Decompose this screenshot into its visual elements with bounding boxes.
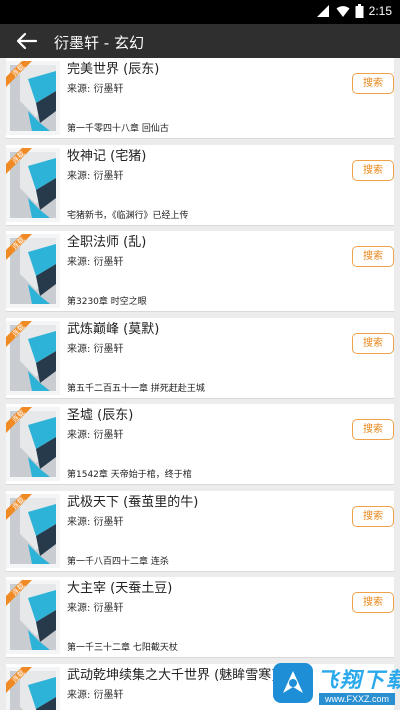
latest-chapter: 第一千零四十八章 回仙古 <box>67 124 169 134</box>
book-cover-image: 连载 <box>6 234 60 308</box>
book-source: 来源: 衍墨轩 <box>67 170 124 182</box>
search-button[interactable]: 搜索 <box>352 419 394 440</box>
wifi-icon <box>336 6 350 17</box>
latest-chapter: 第1542章 天帝始于棺，终于棺 <box>67 470 192 480</box>
book-cover-image: 连载 <box>6 666 60 710</box>
book-list-item[interactable]: 连载 完美世界 (辰东) 来源: 衍墨轩第一千零四十八章 回仙古 搜索 <box>6 58 394 139</box>
latest-chapter: 第3230章 时空之眼 <box>67 297 147 307</box>
app-bar: 衍墨轩 - 玄幻 <box>0 24 400 58</box>
latest-chapter: 第一千三十二章 七阳截天杖 <box>67 643 178 653</box>
book-title: 武炼巅峰 (莫默) <box>67 321 160 337</box>
book-title: 武极天下 (蚕茧里的牛) <box>67 494 199 510</box>
book-source: 来源: 衍墨轩 <box>67 689 124 701</box>
book-list-item[interactable]: 连载 武极天下 (蚕茧里的牛) 来源: 衍墨轩第一千八百四十二章 连杀 搜索 <box>6 490 394 572</box>
book-list-item[interactable]: 连载 全职法师 (乱) 来源: 衍墨轩第3230章 时空之眼 搜索 <box>6 231 394 312</box>
book-cover-image: 连载 <box>6 320 60 395</box>
book-source: 来源: 衍墨轩 <box>67 430 124 441</box>
book-cover-image: 连载 <box>6 580 60 654</box>
status-bar: 2:15 <box>0 0 400 24</box>
book-list-item[interactable]: 连载 牧神记 (宅猪) 来源: 衍墨轩宅猪新书，《临渊行》已经上传 搜索 <box>6 144 394 226</box>
book-source: 来源: 衍墨轩 <box>67 343 124 355</box>
book-title: 大主宰 (天蚕土豆) <box>67 581 173 596</box>
book-title: 武动乾坤续集之大千世界 (魅眸雪寒) <box>67 667 277 683</box>
search-button[interactable]: 搜索 <box>352 159 394 181</box>
book-title: 完美世界 (辰东) <box>67 62 160 77</box>
book-cover-image: 连载 <box>6 61 60 135</box>
status-time: 2:15 <box>368 4 392 18</box>
search-button[interactable]: 搜索 <box>352 505 394 527</box>
book-list-item[interactable]: 连载 大主宰 (天蚕土豆) 来源: 衍墨轩第一千三十二章 七阳截天杖 搜索 <box>6 577 394 658</box>
latest-chapter: 宅猪新书，《临渊行》已经上传 <box>67 210 189 221</box>
latest-chapter: 第五千二百五十一章 拼死赶赴王城 <box>67 383 205 394</box>
back-arrow-icon[interactable] <box>14 31 38 51</box>
signal-icon <box>317 5 329 17</box>
page-title: 衍墨轩 - 玄幻 <box>54 34 144 52</box>
search-button[interactable]: 搜索 <box>352 332 394 354</box>
search-button[interactable]: 搜索 <box>352 246 394 267</box>
latest-chapter: 第一千八百四十二章 连杀 <box>67 556 169 567</box>
watermark: 飞翔下载 www.FXXZ.com <box>273 662 400 708</box>
book-title: 全职法师 (乱) <box>67 235 147 250</box>
book-list[interactable]: 连载 完美世界 (辰东) 来源: 衍墨轩 第一千零四十八章 回仙古 搜索 连载 牧神记 (宅… <box>0 58 400 710</box>
watermark-title: 飞翔下载 <box>317 668 400 692</box>
book-source: 来源: 衍墨轩 <box>67 603 124 614</box>
book-source: 来源: 衍墨轩 <box>67 516 124 528</box>
search-button[interactable]: 搜索 <box>352 73 394 94</box>
search-button[interactable]: 搜索 <box>352 592 394 613</box>
book-cover-image: 连载 <box>6 493 60 568</box>
book-list-item[interactable]: 连载 圣墟 (辰东) 来源: 衍墨轩第1542章 天帝始于棺，终于棺 搜索 <box>6 404 394 485</box>
book-title: 圣墟 (辰东) <box>67 408 134 423</box>
book-source: 来源: 衍墨轩 <box>67 84 124 95</box>
watermark-logo-icon <box>273 663 313 703</box>
book-cover-image: 连载 <box>6 147 60 222</box>
book-cover-image: 连载 <box>6 407 60 481</box>
book-title: 牧神记 (宅猪) <box>67 148 147 164</box>
watermark-url: www.FXXZ.com <box>319 693 396 705</box>
battery-icon <box>355 4 364 18</box>
book-source: 来源: 衍墨轩 <box>67 257 124 268</box>
book-list-item[interactable]: 连载 武炼巅峰 (莫默) 来源: 衍墨轩第五千二百五十一章 拼死赶赴王城 搜索 <box>6 317 394 399</box>
